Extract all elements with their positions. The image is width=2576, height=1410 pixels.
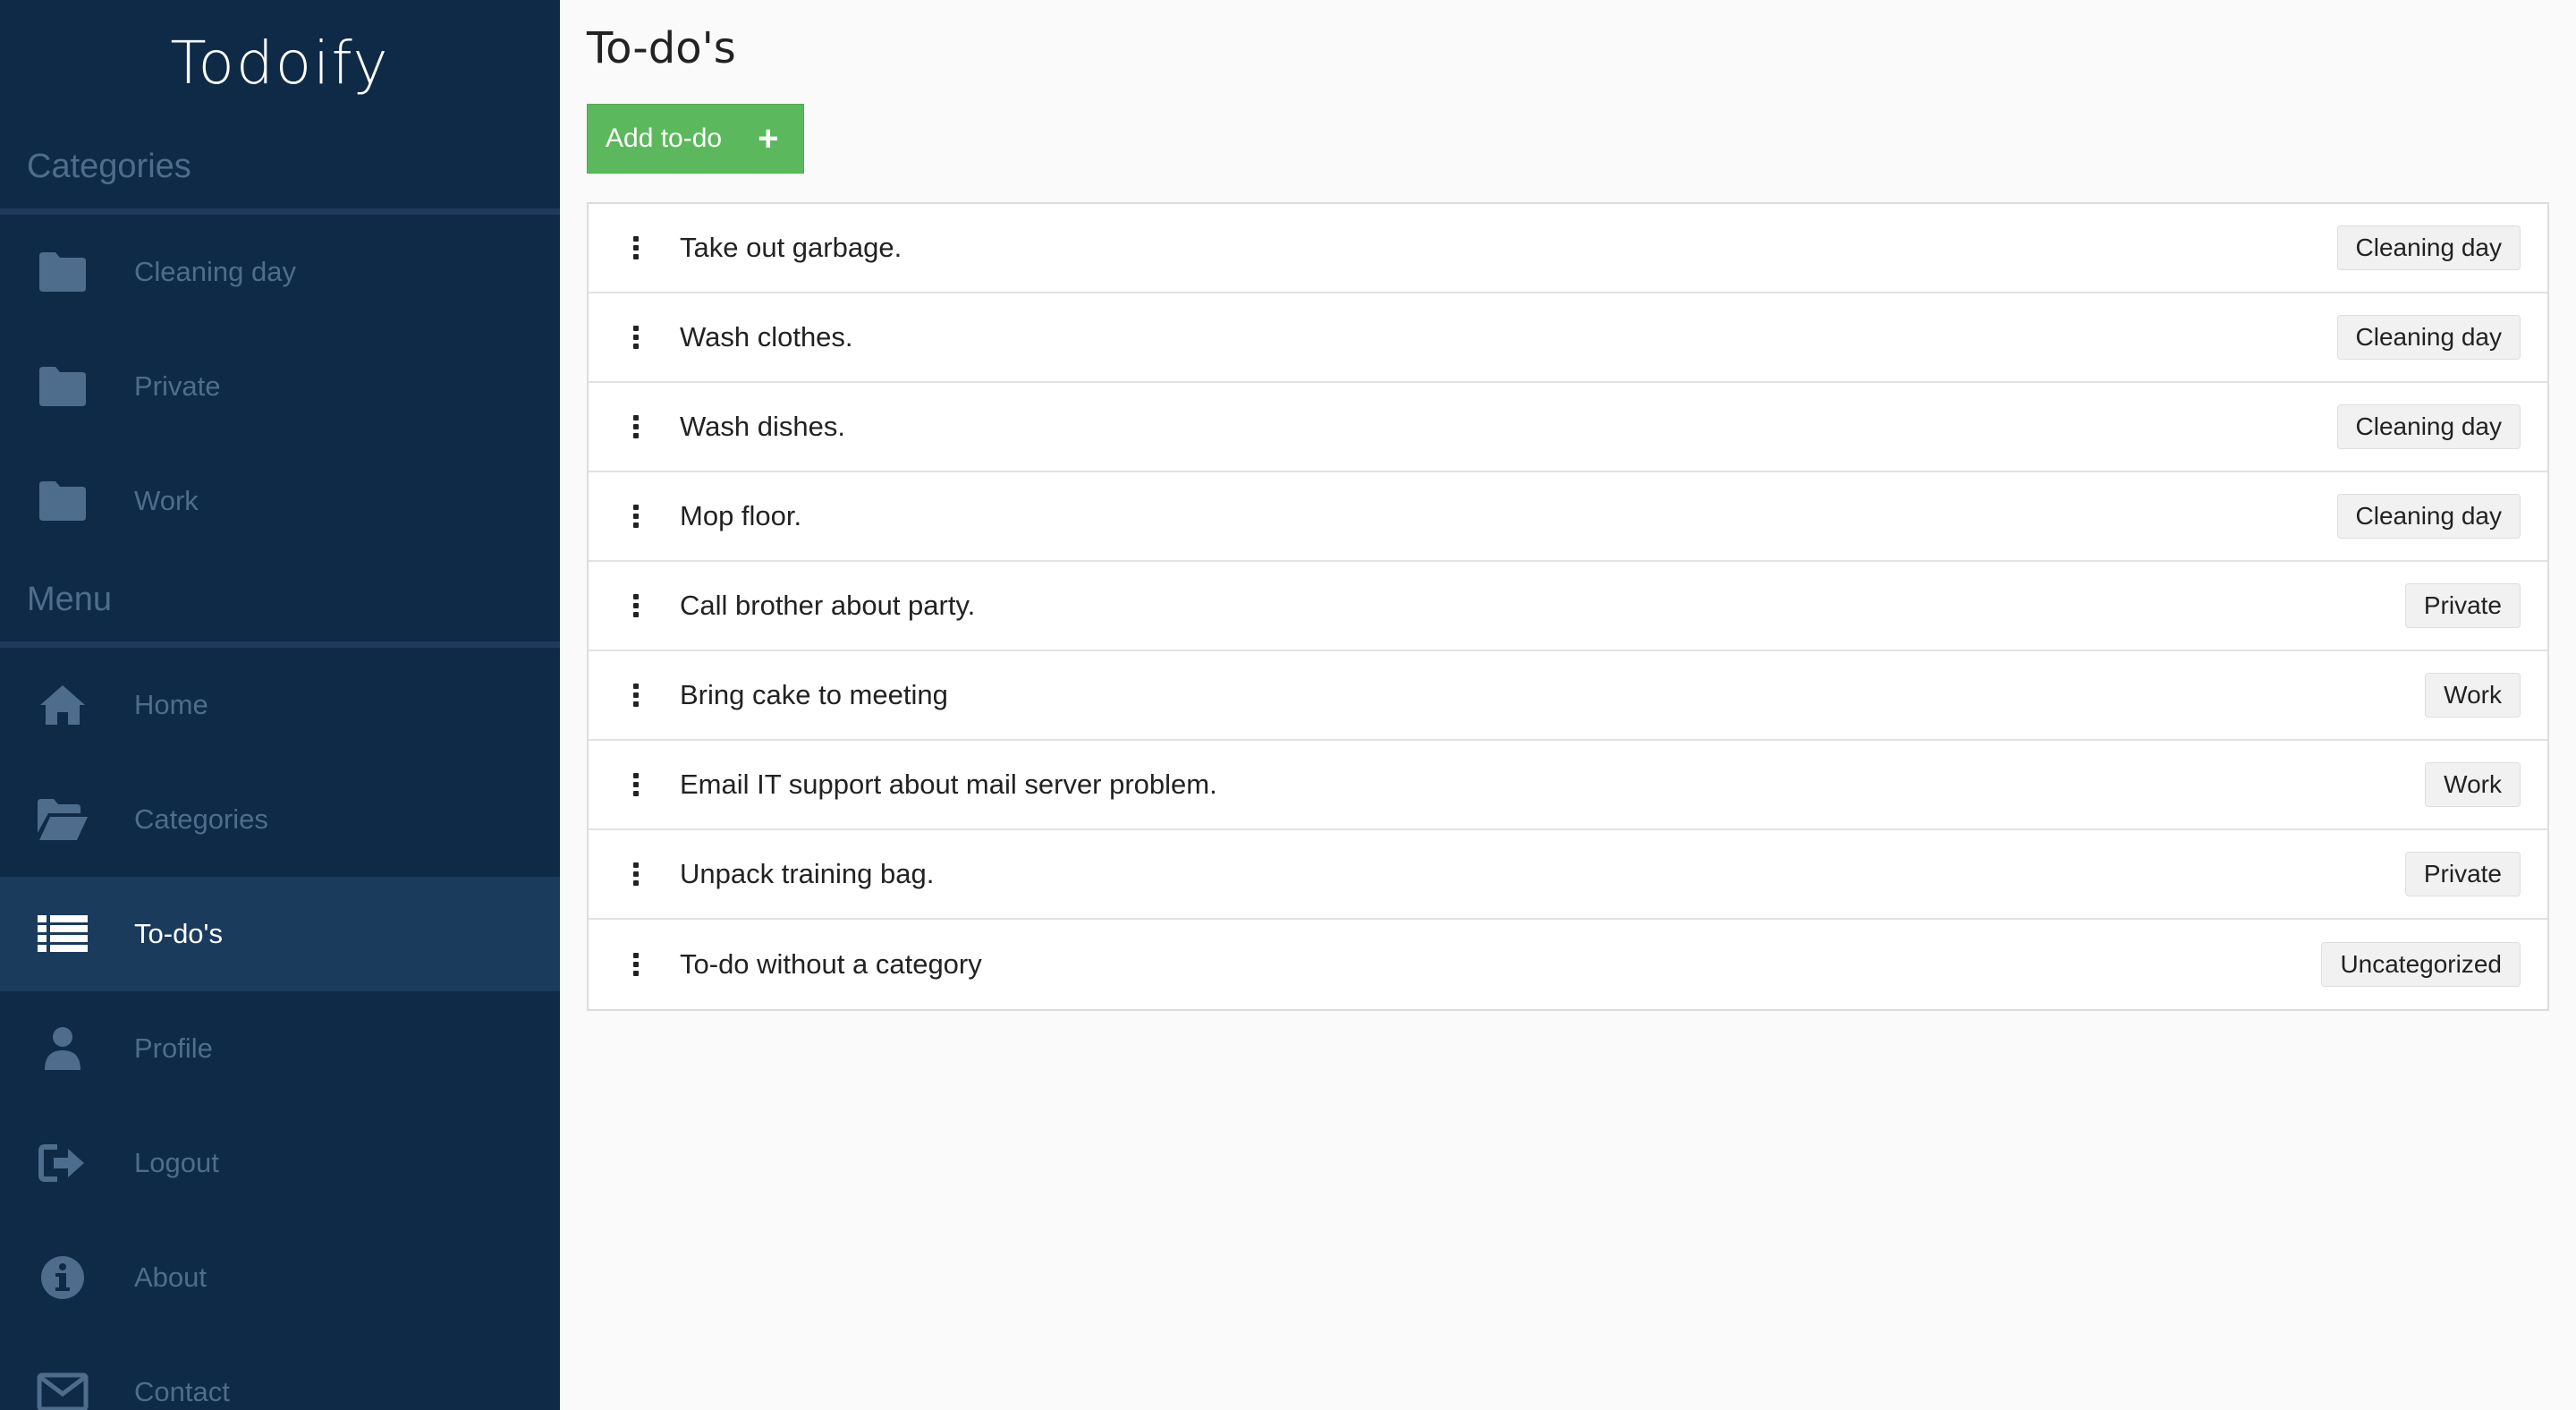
todo-text: Wash clothes. [680, 321, 853, 352]
list-icon [36, 907, 89, 961]
kebab-menu-icon[interactable] [623, 773, 649, 796]
category-badge: Cleaning day [2336, 494, 2521, 539]
envelope-icon [36, 1365, 89, 1410]
todo-text: Wash dishes. [680, 411, 845, 442]
main-content: To-do's Add to-do + Take out garbage. Cl… [587, 0, 2549, 1011]
sidebar-item-about[interactable]: About [0, 1220, 560, 1335]
folder-open-icon [36, 793, 89, 846]
todo-text: Call brother about party. [680, 590, 976, 621]
todo-text: To-do without a category [680, 948, 982, 980]
sidebar-item-cleaning-day[interactable]: Cleaning day [0, 215, 560, 329]
todo-row[interactable]: Wash clothes. Cleaning day [589, 293, 2547, 383]
sidebar-item-label: Logout [134, 1147, 219, 1178]
add-todo-button[interactable]: Add to-do + [587, 104, 805, 174]
sidebar: Todoify Categories Cleaning day Private … [0, 0, 560, 1410]
sidebar-item-label: Categories [134, 803, 268, 835]
todo-text: Mop floor. [680, 500, 802, 531]
sidebar-item-label: Home [134, 689, 208, 720]
todo-row[interactable]: To-do without a category Uncategorized [589, 920, 2547, 1009]
todo-row[interactable]: Email IT support about mail server probl… [589, 741, 2547, 830]
sidebar-item-categories[interactable]: Categories [0, 762, 560, 877]
sidebar-item-label: Cleaning day [134, 256, 296, 287]
todo-row[interactable]: Bring cake to meeting Work [589, 651, 2547, 741]
todo-row[interactable]: Call brother about party. Private [589, 562, 2547, 651]
category-badge: Private [2404, 852, 2521, 896]
category-badge: Private [2404, 583, 2521, 628]
sidebar-item-todos[interactable]: To-do's [0, 877, 560, 991]
sidebar-item-label: Contact [134, 1376, 230, 1407]
user-icon [36, 1022, 89, 1075]
plus-icon: + [758, 119, 779, 158]
menu-section-title: Menu [0, 558, 560, 648]
category-badge: Cleaning day [2336, 404, 2521, 449]
category-badge: Work [2425, 673, 2521, 718]
folder-icon [36, 245, 89, 299]
kebab-menu-icon[interactable] [623, 594, 649, 617]
sidebar-item-contact[interactable]: Contact [0, 1335, 560, 1410]
categories-section-title: Categories [0, 125, 560, 215]
kebab-menu-icon[interactable] [623, 326, 649, 349]
todo-text: Bring cake to meeting [680, 679, 948, 710]
kebab-menu-icon[interactable] [623, 415, 649, 438]
category-badge: Work [2425, 762, 2521, 807]
todo-list: Take out garbage. Cleaning day Wash clot… [587, 202, 2549, 1011]
folder-icon [36, 474, 89, 528]
todo-row[interactable]: Wash dishes. Cleaning day [589, 383, 2547, 472]
sidebar-item-label: Private [134, 370, 221, 402]
todo-row[interactable]: Mop floor. Cleaning day [589, 472, 2547, 562]
brand-logo[interactable]: Todoify [0, 0, 560, 125]
home-icon [36, 678, 89, 732]
folder-icon [36, 360, 89, 413]
todo-text: Email IT support about mail server probl… [680, 769, 1217, 800]
todo-row[interactable]: Unpack training bag. Private [589, 830, 2547, 920]
kebab-menu-icon[interactable] [623, 862, 649, 886]
todo-text: Unpack training bag. [680, 858, 935, 889]
sidebar-item-label: Profile [134, 1032, 213, 1064]
app-root: Todoify Categories Cleaning day Private … [0, 0, 2576, 1410]
sidebar-item-home[interactable]: Home [0, 648, 560, 762]
todo-row[interactable]: Take out garbage. Cleaning day [589, 204, 2547, 293]
sidebar-item-label: To-do's [134, 918, 223, 949]
page-title: To-do's [587, 23, 736, 73]
sidebar-item-label: About [134, 1261, 208, 1293]
kebab-menu-icon[interactable] [623, 684, 649, 707]
kebab-menu-icon[interactable] [623, 236, 649, 259]
kebab-menu-icon[interactable] [623, 953, 649, 976]
sidebar-item-work[interactable]: Work [0, 444, 560, 558]
category-badge: Uncategorized [2321, 942, 2521, 987]
category-badge: Cleaning day [2336, 225, 2521, 270]
todo-text: Take out garbage. [680, 232, 902, 263]
sidebar-item-label: Work [134, 485, 199, 516]
category-badge: Cleaning day [2336, 315, 2521, 360]
sidebar-item-logout[interactable]: Logout [0, 1106, 560, 1220]
logout-icon [36, 1136, 89, 1190]
sidebar-item-profile[interactable]: Profile [0, 991, 560, 1106]
kebab-menu-icon[interactable] [623, 505, 649, 528]
info-icon [36, 1251, 89, 1304]
add-todo-label: Add to-do [606, 123, 723, 153]
sidebar-item-private[interactable]: Private [0, 329, 560, 444]
